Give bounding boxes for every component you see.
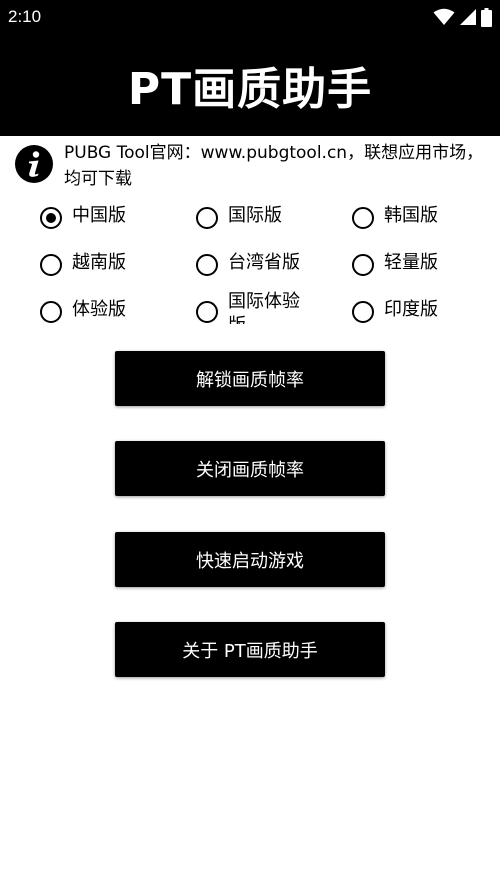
- battery-icon: [481, 7, 492, 27]
- status-time: 2:10: [8, 7, 42, 26]
- radio-label: 中国版: [72, 205, 126, 226]
- unlock-framerate-button[interactable]: 解锁画质帧率: [115, 351, 385, 406]
- radio-global[interactable]: 国际版: [196, 204, 282, 229]
- radio-korea[interactable]: 韩国版: [352, 204, 438, 229]
- radio-button[interactable]: [40, 207, 62, 229]
- radio-label: 台湾省版: [228, 252, 300, 273]
- radio-taiwan[interactable]: 台湾省版: [196, 251, 300, 276]
- radio-button[interactable]: [40, 301, 62, 323]
- radio-label: 越南版: [72, 252, 126, 273]
- radio-button[interactable]: [352, 301, 374, 323]
- app-screen: 2:10 PT画质助手 PUBG Tool官网：www.pubgtool.cn，…: [0, 0, 500, 888]
- quick-launch-button[interactable]: 快速启动游戏: [115, 532, 385, 587]
- about-button[interactable]: 关于 PT画质助手: [115, 622, 385, 677]
- app-header: PT画质助手: [0, 34, 500, 136]
- radio-button[interactable]: [196, 254, 218, 276]
- wifi-icon: [433, 8, 455, 25]
- app-title: PT画质助手: [127, 64, 373, 115]
- radio-button[interactable]: [196, 207, 218, 229]
- radio-label: 印度版: [384, 299, 438, 320]
- notice-text: PUBG Tool官网：www.pubgtool.cn，联想应用市场，均可下载: [64, 143, 484, 189]
- radio-button[interactable]: [40, 254, 62, 276]
- radio-button[interactable]: [352, 254, 374, 276]
- radio-beta[interactable]: 体验版: [40, 298, 126, 323]
- status-bar: 2:10: [0, 0, 500, 34]
- radio-vietnam[interactable]: 越南版: [40, 251, 126, 276]
- info-icon: [15, 145, 53, 183]
- radio-china[interactable]: 中国版: [40, 204, 126, 229]
- close-framerate-button[interactable]: 关闭画质帧率: [115, 441, 385, 496]
- radio-button[interactable]: [352, 207, 374, 229]
- notice-banner: PUBG Tool官网：www.pubgtool.cn，联想应用市场，均可下载: [14, 140, 494, 194]
- radio-label: 国际体验版: [228, 291, 300, 324]
- radio-lite[interactable]: 轻量版: [352, 251, 438, 276]
- signal-icon: [460, 9, 476, 25]
- radio-global-beta[interactable]: 国际体验版: [196, 291, 312, 324]
- status-icons: [433, 7, 492, 27]
- radio-label: 韩国版: [384, 205, 438, 226]
- radio-button[interactable]: [196, 301, 218, 323]
- radio-label: 体验版: [72, 299, 126, 320]
- radio-label: 轻量版: [384, 252, 438, 273]
- radio-label: 国际版: [228, 205, 282, 226]
- radio-india[interactable]: 印度版: [352, 298, 438, 323]
